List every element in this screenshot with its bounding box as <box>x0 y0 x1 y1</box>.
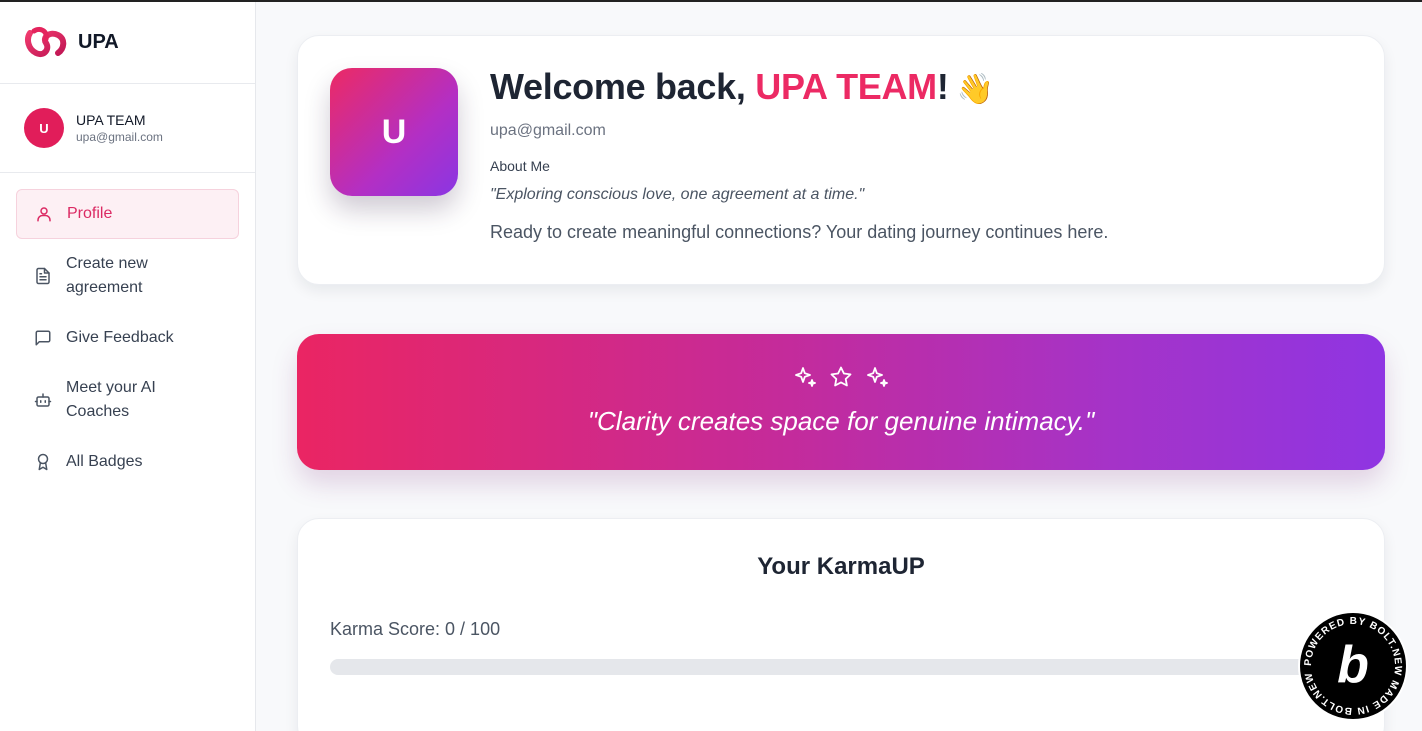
welcome-suffix: ! <box>936 66 949 107</box>
profile-card: U Welcome back, UPA TEAM! 👋 upa@gmail.com… <box>297 35 1385 285</box>
karma-score-label: Karma Score: 0 / 100 <box>330 619 501 639</box>
quote-icons <box>297 365 1385 389</box>
quote-text: "Clarity creates space for genuine intim… <box>587 406 1095 436</box>
user-icon <box>37 207 51 222</box>
bot-icon <box>34 393 52 407</box>
quote-banner: "Clarity creates space for genuine intim… <box>297 334 1385 470</box>
karma-title: Your KarmaUP <box>757 553 925 580</box>
welcome-name: UPA TEAM <box>755 66 937 107</box>
sparkles-icon <box>867 367 888 387</box>
brand[interactable]: UPA <box>0 2 255 84</box>
svg-text:b: b <box>1337 636 1369 694</box>
sidebar-item-label: Give Feedback <box>66 329 174 346</box>
avatar: U <box>24 108 64 148</box>
sidebar: UPA U UPA TEAM upa@gmail.com Profile Cre… <box>0 2 256 731</box>
karma-card: Your KarmaUP Karma Score: 0 / 100 <box>297 518 1385 731</box>
sidebar-item-ai-coaches[interactable]: Meet your AI Coaches <box>16 369 239 431</box>
sparkles-icon <box>795 367 816 387</box>
sidebar-item-label: Create new agreement <box>66 255 148 296</box>
profile-avatar: U <box>330 68 458 196</box>
brand-name: UPA <box>78 31 119 53</box>
sidebar-item-badges[interactable]: All Badges <box>16 437 239 487</box>
welcome-prefix: Welcome back, <box>490 66 756 107</box>
sidebar-item-label: Profile <box>67 205 113 222</box>
sidebar-item-label: All Badges <box>66 453 143 470</box>
welcome-message: Ready to create meaningful connections? … <box>490 222 1109 242</box>
sidebar-item-create-agreement[interactable]: Create new agreement <box>16 245 239 307</box>
brand-logo-icon <box>25 26 67 57</box>
karma-progress-bar <box>330 659 1320 675</box>
user-summary: U UPA TEAM upa@gmail.com <box>0 84 255 173</box>
page-title: Welcome back, UPA TEAM! 👋 <box>490 66 1354 108</box>
user-name: UPA TEAM <box>76 112 146 128</box>
sidebar-nav: Profile Create new agreement Give Feedba… <box>0 173 255 487</box>
message-square-icon <box>35 330 51 346</box>
waving-hand-icon: 👋 <box>956 73 994 106</box>
bolt-logo-icon: POWERED BY BOLT.NEW MADE IN BOLT.NEW b <box>1298 611 1408 721</box>
sidebar-item-profile[interactable]: Profile <box>16 189 239 239</box>
user-email: upa@gmail.com <box>76 130 163 144</box>
award-icon <box>37 453 49 471</box>
profile-email: upa@gmail.com <box>490 122 606 139</box>
about-me-text: "Exploring conscious love, one agreement… <box>490 186 865 203</box>
about-me-heading: About Me <box>490 158 550 174</box>
sidebar-item-label: Meet your AI Coaches <box>66 379 156 420</box>
star-icon <box>830 366 852 387</box>
document-icon <box>36 267 50 285</box>
sidebar-item-feedback[interactable]: Give Feedback <box>16 313 239 363</box>
bolt-badge[interactable]: POWERED BY BOLT.NEW MADE IN BOLT.NEW b <box>1297 610 1409 722</box>
